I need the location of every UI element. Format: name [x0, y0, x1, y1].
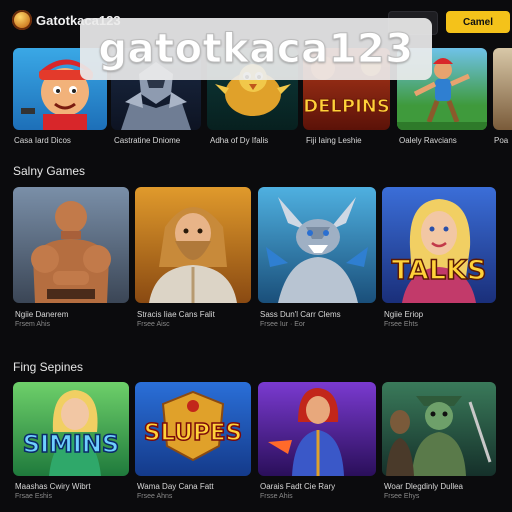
watermark-banner: gatotkaca123	[80, 18, 432, 80]
orc-warriors-art	[386, 396, 492, 476]
game-card-red-heroine[interactable]	[258, 382, 376, 476]
silver-dragon-art	[266, 197, 368, 303]
simins-logo-text: SIMINS	[22, 429, 120, 459]
game-card-subtitle: Frsse Ahis	[260, 493, 293, 500]
game-card-label[interactable]: Ngiie Eriop	[384, 310, 423, 319]
simins-art	[49, 390, 101, 476]
game-card-subtitle: Frsee Iur · Eor	[260, 321, 306, 328]
bearded-wizard-art	[149, 207, 237, 303]
slupes-logo-text: SLUPES	[143, 419, 243, 447]
game-card-label[interactable]: Ngiie Danerem	[15, 310, 68, 319]
game-card-label[interactable]: Fiji Iaing Leshie	[306, 136, 362, 145]
game-card-simins[interactable]: SIMINS	[13, 382, 129, 476]
game-card-label[interactable]: Oarais Fadt Cie Rary	[260, 482, 335, 491]
game-card-subtitle: Frsee Ehys	[384, 493, 420, 500]
game-card-label[interactable]: Castratine Dniome	[114, 136, 180, 145]
game-card-subtitle: Frsee Ahns	[137, 493, 173, 500]
header-primary-button[interactable]: Camel	[446, 11, 510, 33]
game-card-label[interactable]: Adha of Dy Ifalis	[210, 136, 268, 145]
game-card-bearded-wizard[interactable]	[135, 187, 251, 303]
red-heroine-art	[268, 388, 344, 476]
game-card-label[interactable]: Sass Dun'l Carr Clems	[260, 310, 341, 319]
site-logo-icon[interactable]	[12, 10, 32, 30]
game-card-partial[interactable]	[493, 48, 512, 130]
game-card-label[interactable]: Wama Day Cana Fatt	[137, 482, 214, 491]
game-card-subtitle: Frsee Ehts	[384, 321, 418, 328]
game-card-label[interactable]: Maashas Cwiry Wibrt	[15, 482, 91, 491]
game-card-talks-girl[interactable]: TALKS	[382, 187, 496, 303]
game-card-slupes[interactable]: SLUPES	[135, 382, 251, 476]
muscular-brawler-art	[31, 201, 111, 303]
delpins-logo-text: DELPINS	[303, 96, 390, 118]
game-card-subtitle: Frsem Ahis	[15, 321, 51, 328]
game-card-orc-warriors[interactable]	[382, 382, 496, 476]
game-card-label[interactable]: Oalely Ravcians	[399, 136, 457, 145]
game-card-label[interactable]: Casa Iard Dicos	[14, 136, 71, 145]
game-card-label[interactable]: Woar Dlegdinly Dullea	[384, 482, 463, 491]
section-title-salny-games: Salny Games	[13, 164, 86, 178]
game-card-subtitle: Frsae Eshis	[15, 493, 52, 500]
game-card-silver-dragon[interactable]	[258, 187, 376, 303]
section-title-fing-sepines: Fing Sepines	[13, 360, 84, 374]
game-card-label[interactable]: Stracis Iiae Cans Falit	[137, 310, 215, 319]
game-card-subtitle: Frsee Aisc	[137, 321, 170, 328]
game-card-label[interactable]: Poa	[494, 136, 508, 145]
game-card-muscular-brawler[interactable]	[13, 187, 129, 303]
talks-logo-text: TALKS	[391, 254, 487, 287]
